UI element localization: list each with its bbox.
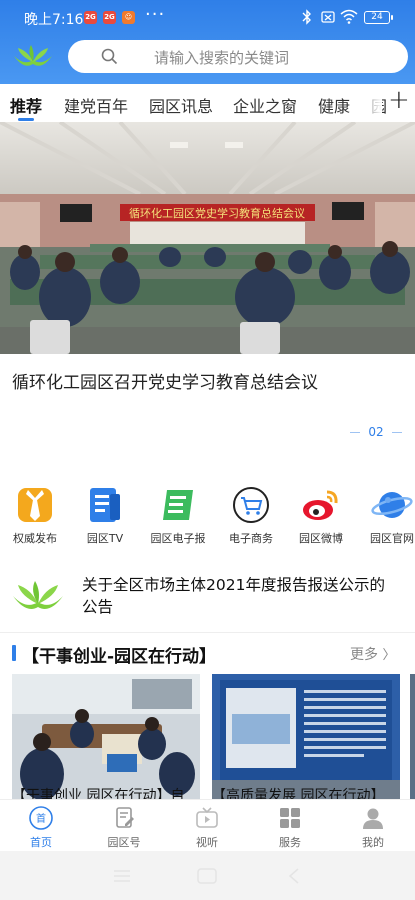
- quick-link-label: 权威发布: [13, 532, 57, 545]
- svg-text:首: 首: [36, 812, 46, 825]
- quick-link-label: 园区电子报: [150, 532, 206, 545]
- cart-icon: [233, 487, 269, 523]
- carousel-page-number: 02: [368, 425, 384, 439]
- tie-icon: [18, 488, 52, 522]
- section-accent-bar: [12, 645, 16, 661]
- section-title: 【干事创业-园区在行动】: [22, 647, 217, 667]
- wifi-icon: [340, 9, 358, 24]
- scroll-icon: [163, 490, 193, 520]
- active-tab-indicator: [18, 118, 34, 121]
- quick-link-e-newspaper[interactable]: 园区电子报: [143, 486, 213, 546]
- quick-link-official-release[interactable]: 权威发布: [0, 486, 70, 546]
- edit-doc-icon: [116, 807, 134, 828]
- battery-icon: 24: [364, 11, 393, 24]
- grid-icon: [280, 808, 300, 828]
- system-home-icon[interactable]: [197, 868, 217, 884]
- quick-link-official-site[interactable]: 园区官网: [357, 486, 415, 546]
- tab-park-news[interactable]: 园区讯息: [149, 93, 213, 117]
- nav-audio-visual[interactable]: 视听: [172, 800, 242, 852]
- status-time: 晚上7:16: [24, 12, 84, 28]
- announcement-item[interactable]: 关于全区市场主体2021年度报告报送公示的公告: [0, 566, 415, 628]
- no-sim-icon: [321, 11, 335, 23]
- nav-label: 园区号: [107, 836, 141, 849]
- nav-services[interactable]: 服务: [255, 800, 325, 852]
- system-back-icon[interactable]: [288, 868, 299, 884]
- quick-link-park-tv[interactable]: 园区TV: [70, 486, 140, 546]
- add-channel-button[interactable]: +: [388, 85, 410, 115]
- app-logo[interactable]: [12, 42, 54, 68]
- tab-recommend[interactable]: 推荐: [10, 93, 42, 117]
- sim1-badge: 2G: [84, 11, 97, 24]
- more-link[interactable]: 更多 〉: [350, 644, 395, 664]
- planet-icon: [371, 492, 413, 518]
- tab-party-centenary[interactable]: 建党百年: [64, 93, 128, 117]
- nav-label: 视听: [196, 836, 218, 849]
- search-placeholder: 请输入搜索的关键词: [154, 49, 290, 67]
- system-menu-icon[interactable]: [114, 870, 130, 882]
- user-icon: [363, 808, 383, 829]
- bottom-nav: 首 首页 园区号 视听 服务 我的: [0, 799, 415, 851]
- app-header: 晚上7:16 2G 2G ☺ ··· 24 请输入搜索的关键词: [0, 0, 415, 84]
- news-card-image[interactable]: [12, 674, 200, 800]
- bluetooth-icon: [302, 9, 311, 25]
- system-navigation-bar: [0, 851, 415, 900]
- quick-link-label: 园区TV: [86, 532, 124, 545]
- status-bar: 晚上7:16 2G 2G ☺ ··· 24: [0, 0, 415, 36]
- divider: [0, 632, 415, 633]
- news-card-peek: [410, 674, 415, 800]
- search-icon: [101, 48, 118, 65]
- news-card-image[interactable]: [212, 674, 400, 800]
- more-notifications-icon: ···: [145, 4, 166, 25]
- tab-fade: [352, 84, 382, 122]
- document-icon: [90, 488, 120, 522]
- banner-text: 循环化工园区党史学习教育总结会议: [129, 206, 305, 220]
- quick-link-label: 园区微博: [299, 532, 343, 545]
- nav-label: 服务: [279, 836, 301, 849]
- nav-home[interactable]: 首 首页: [6, 800, 76, 852]
- tv-icon: [196, 807, 218, 828]
- hero-banner-image[interactable]: 循环化工园区党史学习教育总结会议: [0, 122, 415, 354]
- sim2-badge: 2G: [103, 11, 116, 24]
- quick-links: 权威发布 园区TV 园区电子报 电子商务 园区微博 园区官网: [0, 486, 415, 556]
- tab-enterprise-window[interactable]: 企业之窗: [233, 93, 297, 117]
- quick-link-label: 园区官网: [370, 532, 414, 545]
- more-label: 更多: [350, 647, 378, 663]
- category-tabs: 推荐 建党百年 园区讯息 企业之窗 健康 园 +: [0, 84, 415, 122]
- nav-mine[interactable]: 我的: [338, 800, 408, 852]
- home-icon: 首: [29, 806, 53, 830]
- weibo-icon: [303, 490, 338, 520]
- quick-link-park-weibo[interactable]: 园区微博: [286, 486, 356, 546]
- notification-badge: ☺: [122, 11, 135, 24]
- carousel-pager: 02: [350, 425, 402, 439]
- nav-label: 我的: [362, 836, 384, 849]
- quick-link-e-commerce[interactable]: 电子商务: [216, 486, 286, 546]
- nav-label: 首页: [30, 836, 52, 849]
- hero-article-title[interactable]: 循环化工园区召开党史学习教育总结会议: [12, 368, 318, 393]
- chevron-right-icon: 〉: [382, 648, 396, 663]
- search-bar[interactable]: 请输入搜索的关键词: [68, 40, 408, 73]
- quick-link-label: 电子商务: [229, 532, 273, 545]
- announcement-text: 关于全区市场主体2021年度报告报送公示的公告: [82, 576, 385, 616]
- tab-health[interactable]: 健康: [318, 93, 350, 117]
- park-logo-icon: [13, 581, 63, 609]
- nav-park-account[interactable]: 园区号: [89, 800, 159, 852]
